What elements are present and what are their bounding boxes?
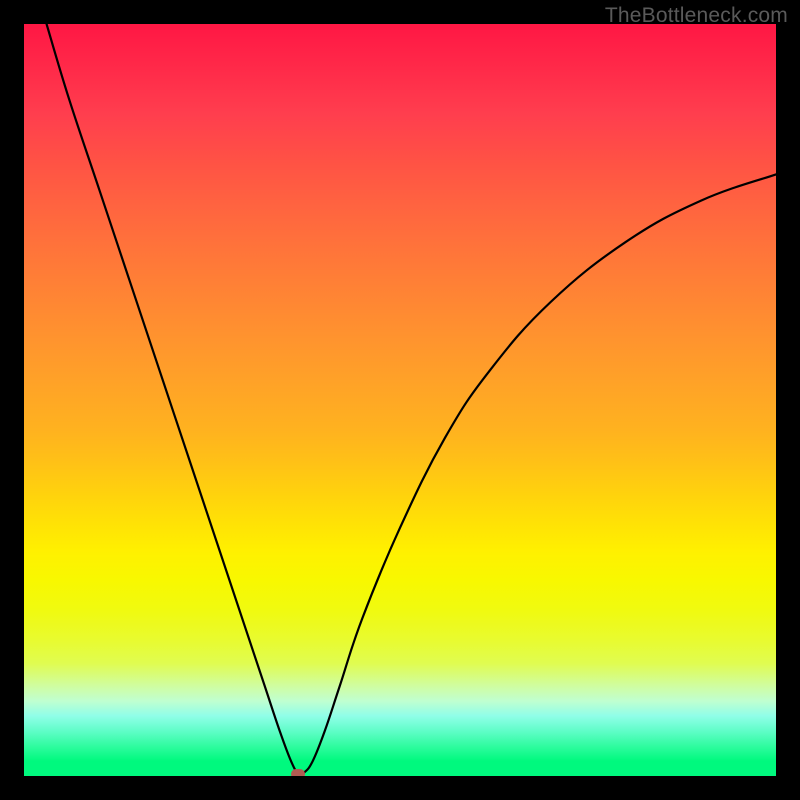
chart-curve-svg bbox=[24, 24, 776, 776]
bottleneck-curve bbox=[47, 24, 776, 775]
chart-plot-area bbox=[24, 24, 776, 776]
chart-marker bbox=[291, 769, 305, 776]
watermark-text: TheBottleneck.com bbox=[605, 4, 788, 28]
